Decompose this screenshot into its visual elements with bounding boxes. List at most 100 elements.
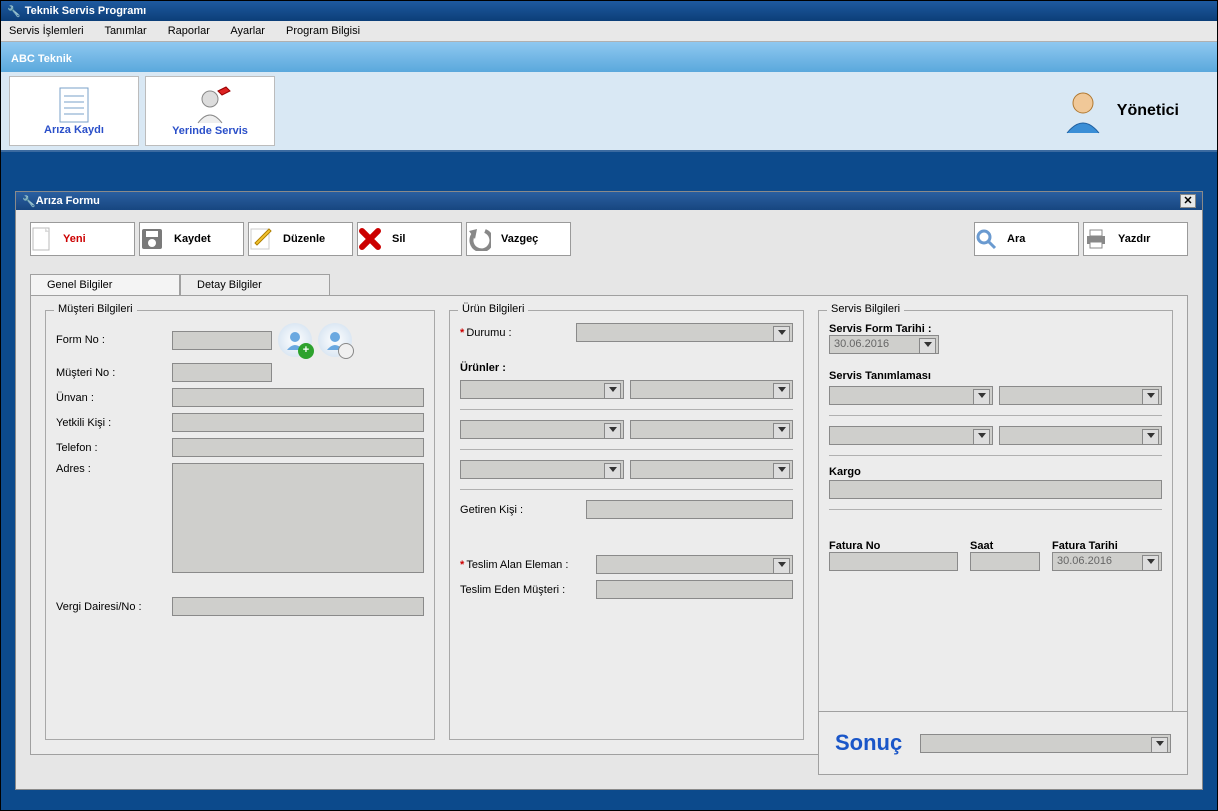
- urun-combo-1b[interactable]: [630, 380, 794, 399]
- adres-textarea[interactable]: [172, 463, 424, 573]
- urun-combo-2b[interactable]: [630, 420, 794, 439]
- yetkili-label: Yetkili Kişi :: [56, 417, 166, 429]
- yerinde-servis-button[interactable]: Yerinde Servis: [145, 76, 275, 146]
- tab-content: Müşteri Bilgileri Form No : + Müşteri No…: [30, 295, 1188, 755]
- telefon-input[interactable]: [172, 438, 424, 457]
- unvan-label: Ünvan :: [56, 392, 166, 404]
- urunler-label: Ürünler :: [460, 362, 793, 374]
- window-title: Teknik Servis Programı: [25, 5, 146, 17]
- wrench-icon: 🔧: [7, 5, 21, 18]
- save-icon: [140, 227, 164, 251]
- fatura-tarihi-picker[interactable]: 30.06.2016: [1052, 552, 1162, 571]
- user-role-label: Yönetici: [1117, 102, 1179, 120]
- product-legend: Ürün Bilgileri: [458, 303, 528, 315]
- form-titlebar: 🔧 Arıza Formu ✕: [16, 192, 1202, 210]
- kargo-label: Kargo: [829, 466, 1162, 478]
- service-group: Servis Bilgileri Servis Form Tarihi : 30…: [818, 310, 1173, 740]
- vergi-label: Vergi Dairesi/No :: [56, 601, 166, 613]
- new-doc-icon: [31, 227, 53, 251]
- form-no-input[interactable]: [172, 331, 272, 350]
- tab-genel[interactable]: Genel Bilgiler: [30, 274, 180, 295]
- tab-detay[interactable]: Detay Bilgiler: [180, 274, 330, 295]
- company-banner: ABC Teknik: [1, 42, 1217, 72]
- user-avatar-icon: [1059, 87, 1107, 135]
- customer-legend: Müşteri Bilgileri: [54, 303, 137, 315]
- form-toolbar: Yeni Kaydet Düzenle Sil Vazgeç: [30, 222, 1188, 256]
- kaydet-button[interactable]: Kaydet: [139, 222, 244, 256]
- document-icon: [54, 86, 94, 124]
- vergi-input[interactable]: [172, 597, 424, 616]
- customer-group: Müşteri Bilgileri Form No : + Müşteri No…: [45, 310, 435, 740]
- saat-label: Saat: [970, 540, 1040, 552]
- form-title: Arıza Formu: [36, 195, 100, 207]
- urun-combo-3a[interactable]: [460, 460, 624, 479]
- search-customer-button[interactable]: [318, 323, 352, 357]
- urun-combo-1a[interactable]: [460, 380, 624, 399]
- duzenle-button[interactable]: Düzenle: [248, 222, 353, 256]
- sonuc-panel: Sonuç: [818, 711, 1188, 775]
- user-area: Yönetici: [1059, 87, 1209, 135]
- menu-ayarlar[interactable]: Ayarlar: [230, 25, 265, 37]
- teslim-eden-input[interactable]: [596, 580, 793, 599]
- durumu-combo[interactable]: [576, 323, 793, 342]
- tanimlama-label: Servis Tanımlaması: [829, 370, 1162, 382]
- kargo-input[interactable]: [829, 480, 1162, 499]
- mechanic-icon: [188, 85, 232, 125]
- vazgec-button[interactable]: Vazgeç: [466, 222, 571, 256]
- tanimlama-combo-1a[interactable]: [829, 386, 993, 405]
- ara-button[interactable]: Ara: [974, 222, 1079, 256]
- fatura-tarihi-label: Fatura Tarihi: [1052, 540, 1162, 552]
- urun-combo-2a[interactable]: [460, 420, 624, 439]
- fatura-no-input[interactable]: [829, 552, 958, 571]
- menubar: Servis İşlemleri Tanımlar Raporlar Ayarl…: [1, 21, 1217, 42]
- fatura-no-label: Fatura No: [829, 540, 958, 552]
- menu-program-bilgisi[interactable]: Program Bilgisi: [286, 25, 360, 37]
- sil-button[interactable]: Sil: [357, 222, 462, 256]
- telefon-label: Telefon :: [56, 442, 166, 454]
- yetkili-input[interactable]: [172, 413, 424, 432]
- ribbon: Arıza Kaydı Yerinde Servis Yönetici: [1, 72, 1217, 152]
- musteri-no-label: Müşteri No :: [56, 367, 166, 379]
- delete-icon: [358, 227, 382, 251]
- plus-icon: +: [298, 343, 314, 359]
- product-group: Ürün Bilgileri *Durumu : Ürünler :: [449, 310, 804, 740]
- saat-input[interactable]: [970, 552, 1040, 571]
- durumu-label: *Durumu :: [460, 327, 570, 339]
- unvan-input[interactable]: [172, 388, 424, 407]
- getiren-label: Getiren Kişi :: [460, 504, 580, 516]
- titlebar: 🔧 Teknik Servis Programı: [1, 1, 1217, 21]
- menu-tanimlar[interactable]: Tanımlar: [104, 25, 146, 37]
- teslim-eden-label: Teslim Eden Müşteri :: [460, 584, 590, 596]
- ariza-kaydi-button[interactable]: Arıza Kaydı: [9, 76, 139, 146]
- tanimlama-combo-1b[interactable]: [999, 386, 1163, 405]
- company-name: ABC Teknik: [11, 53, 72, 65]
- yazdir-button[interactable]: Yazdır: [1083, 222, 1188, 256]
- close-icon[interactable]: ✕: [1180, 194, 1196, 208]
- sonuc-combo[interactable]: [920, 734, 1171, 753]
- add-customer-button[interactable]: +: [278, 323, 312, 357]
- form-no-label: Form No :: [56, 334, 166, 346]
- form-tarihi-picker[interactable]: 30.06.2016: [829, 335, 939, 354]
- magnifier-icon: [338, 343, 354, 359]
- urun-combo-3b[interactable]: [630, 460, 794, 479]
- menu-raporlar[interactable]: Raporlar: [168, 25, 210, 37]
- adres-label: Adres :: [56, 463, 166, 475]
- app-window: 🔧 Teknik Servis Programı Servis İşlemler…: [0, 0, 1218, 811]
- yeni-button[interactable]: Yeni: [30, 222, 135, 256]
- sonuc-label: Sonuç: [835, 730, 902, 756]
- tanimlama-combo-2a[interactable]: [829, 426, 993, 445]
- undo-icon: [467, 227, 491, 251]
- menu-servis[interactable]: Servis İşlemleri: [9, 25, 84, 37]
- edit-icon: [249, 227, 273, 251]
- teslim-alan-combo[interactable]: [596, 555, 793, 574]
- form-tarihi-label: Servis Form Tarihi :: [829, 323, 1162, 335]
- wrench-small-icon: 🔧: [22, 195, 36, 208]
- ariza-label: Arıza Kaydı: [44, 124, 104, 136]
- search-icon: [975, 228, 997, 250]
- musteri-no-input[interactable]: [172, 363, 272, 382]
- getiren-input[interactable]: [586, 500, 793, 519]
- tabs: Genel Bilgiler Detay Bilgiler: [30, 274, 1188, 295]
- tanimlama-combo-2b[interactable]: [999, 426, 1163, 445]
- service-legend: Servis Bilgileri: [827, 303, 904, 315]
- yerinde-label: Yerinde Servis: [172, 125, 248, 137]
